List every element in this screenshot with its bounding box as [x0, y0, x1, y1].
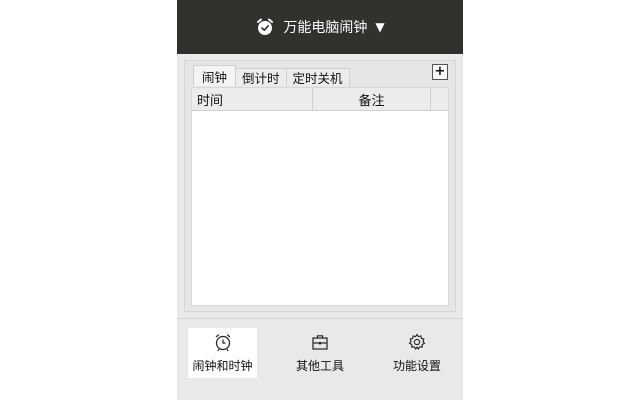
app-title: 万能电脑闹钟: [283, 20, 368, 36]
gear-icon: [407, 332, 427, 352]
nav-label: 闹钟和时钟: [192, 359, 253, 373]
add-alarm-button[interactable]: +: [432, 64, 448, 80]
tab-bar: 闹钟 倒计时 定时关机: [193, 65, 350, 86]
app-window: 万能电脑闹钟 ▼ 闹钟 倒计时 定时关机 + 时间 备注 闹钟和时钟 其他工具 …: [177, 0, 463, 400]
tab-scheduled-shutdown[interactable]: 定时关机: [285, 68, 350, 86]
alarm-clock-icon: [213, 332, 233, 352]
list-header: 时间 备注: [192, 88, 448, 111]
title-bar: 万能电脑闹钟 ▼: [177, 0, 463, 54]
nav-other-tools[interactable]: 其他工具: [285, 328, 355, 378]
nav-settings[interactable]: 功能设置: [382, 328, 452, 378]
title-menu-dropdown[interactable]: ▼: [375, 20, 384, 34]
nav-label: 功能设置: [392, 359, 441, 373]
bottom-nav: 闹钟和时钟 其他工具 功能设置: [177, 318, 463, 400]
alarm-clock-icon: [255, 17, 275, 37]
nav-label: 其他工具: [295, 359, 344, 373]
alarm-list[interactable]: 时间 备注: [191, 87, 449, 306]
nav-alarm-and-clock[interactable]: 闹钟和时钟: [188, 328, 257, 378]
column-header-filler: [431, 88, 448, 110]
column-header-time[interactable]: 时间: [192, 88, 313, 110]
column-header-note[interactable]: 备注: [313, 88, 431, 110]
alarm-panel: 闹钟 倒计时 定时关机 + 时间 备注: [184, 60, 456, 312]
tab-alarm[interactable]: 闹钟: [193, 65, 237, 86]
toolbox-icon: [310, 332, 330, 352]
tab-countdown[interactable]: 倒计时: [235, 68, 287, 86]
